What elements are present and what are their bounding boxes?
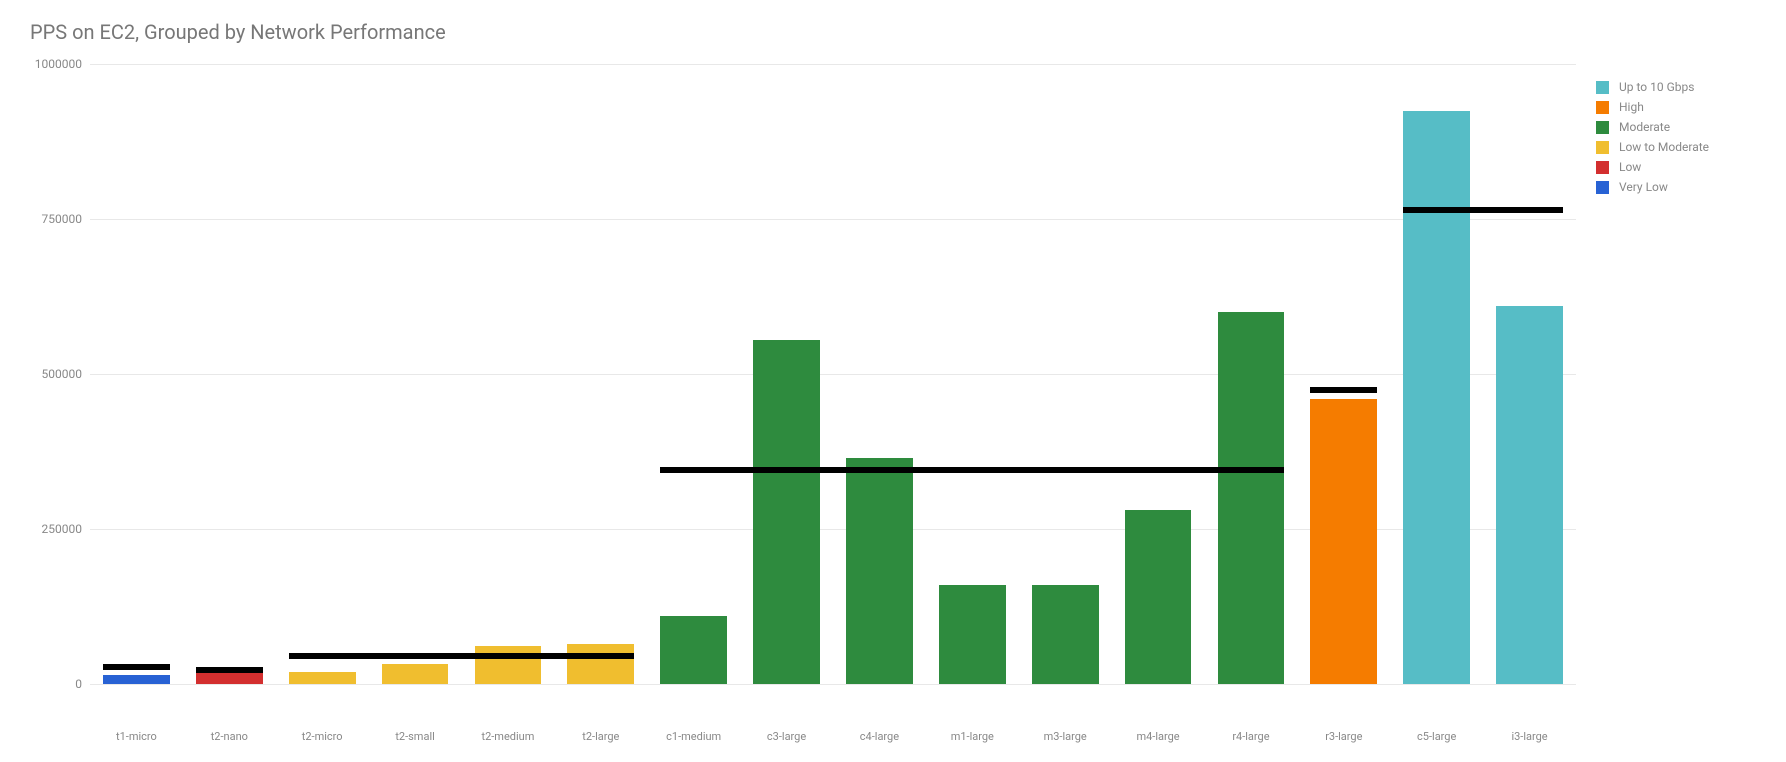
x-tick: c4-large (833, 730, 926, 743)
bar-slot (1297, 64, 1390, 684)
x-tick: r3-large (1297, 730, 1390, 743)
bar-slot (647, 64, 740, 684)
legend-item[interactable]: High (1596, 100, 1756, 114)
x-tick: t1-micro (90, 730, 183, 743)
bar-slot (554, 64, 647, 684)
legend-item[interactable]: Up to 10 Gbps (1596, 80, 1756, 94)
bar-t2-small[interactable] (382, 664, 449, 684)
x-tick: t2-medium (462, 730, 555, 743)
legend-swatch (1596, 161, 1609, 174)
plot-wrapper: 02500005000007500001000000 (20, 64, 1766, 724)
group-avg-very-low (103, 664, 170, 670)
y-tick: 0 (75, 677, 82, 691)
x-tick: m1-large (926, 730, 1019, 743)
group-avg-up-to-10-gbps (1403, 207, 1563, 213)
legend-label: Up to 10 Gbps (1619, 80, 1694, 94)
bars-container (90, 64, 1576, 684)
legend-label: Moderate (1619, 120, 1670, 134)
bar-c5-large[interactable] (1403, 111, 1470, 685)
bar-c1-medium[interactable] (660, 616, 727, 684)
x-tick: m4-large (1112, 730, 1205, 743)
bar-slot (740, 64, 833, 684)
y-tick: 250000 (42, 522, 82, 536)
x-tick: c3-large (740, 730, 833, 743)
x-axis: t1-microt2-nanot2-microt2-smallt2-medium… (90, 730, 1576, 743)
x-tick: t2-micro (276, 730, 369, 743)
group-avg-low-to-moderate (289, 653, 634, 659)
bar-m3-large[interactable] (1032, 585, 1099, 684)
legend-label: High (1619, 100, 1644, 114)
bar-r4-large[interactable] (1218, 312, 1285, 684)
bar-slot (1483, 64, 1576, 684)
y-tick: 750000 (42, 212, 82, 226)
legend-label: Very Low (1619, 180, 1668, 194)
legend-item[interactable]: Very Low (1596, 180, 1756, 194)
legend: Up to 10 Gbps High Moderate Low to Moderate… (1596, 80, 1756, 200)
bar-slot (1205, 64, 1298, 684)
group-avg-high (1310, 387, 1377, 393)
bar-slot (1019, 64, 1112, 684)
bar-r3-large[interactable] (1310, 399, 1377, 684)
bar-t1-micro[interactable] (103, 675, 170, 684)
x-tick: t2-small (369, 730, 462, 743)
y-axis: 02500005000007500001000000 (20, 64, 90, 684)
bar-i3-large[interactable] (1496, 306, 1563, 684)
y-tick: 1000000 (35, 57, 82, 71)
bar-slot (369, 64, 462, 684)
plot-area (90, 64, 1766, 684)
bar-slot (833, 64, 926, 684)
bar-slot (1112, 64, 1205, 684)
bar-m4-large[interactable] (1125, 510, 1192, 684)
legend-item[interactable]: Low to Moderate (1596, 140, 1756, 154)
legend-item[interactable]: Low (1596, 160, 1756, 174)
legend-label: Low (1619, 160, 1641, 174)
bar-slot (462, 64, 555, 684)
legend-swatch (1596, 101, 1609, 114)
x-tick: i3-large (1483, 730, 1576, 743)
bar-m1-large[interactable] (939, 585, 1006, 684)
bar-slot (1390, 64, 1483, 684)
bar-t2-micro[interactable] (289, 672, 356, 684)
bar-c3-large[interactable] (753, 340, 820, 684)
legend-item[interactable]: Moderate (1596, 120, 1756, 134)
legend-swatch (1596, 121, 1609, 134)
legend-swatch (1596, 81, 1609, 94)
gridline (90, 684, 1576, 685)
x-tick: c1-medium (647, 730, 740, 743)
x-tick: m3-large (1019, 730, 1112, 743)
bar-slot (183, 64, 276, 684)
bar-t2-nano[interactable] (196, 673, 263, 684)
x-tick: t2-nano (183, 730, 276, 743)
chart-container: PPS on EC2, Grouped by Network Performan… (20, 20, 1766, 742)
bar-t2-medium[interactable] (475, 646, 542, 684)
x-tick: c5-large (1390, 730, 1483, 743)
group-avg-moderate (660, 467, 1284, 473)
legend-swatch (1596, 141, 1609, 154)
group-avg-low (196, 667, 263, 673)
x-tick: r4-large (1205, 730, 1298, 743)
bar-slot (926, 64, 1019, 684)
bar-slot (276, 64, 369, 684)
legend-label: Low to Moderate (1619, 140, 1709, 154)
bar-c4-large[interactable] (846, 458, 913, 684)
bar-t2-large[interactable] (567, 644, 634, 684)
x-tick: t2-large (554, 730, 647, 743)
bar-slot (90, 64, 183, 684)
chart-title: PPS on EC2, Grouped by Network Performan… (30, 20, 1766, 44)
legend-swatch (1596, 181, 1609, 194)
y-tick: 500000 (42, 367, 82, 381)
